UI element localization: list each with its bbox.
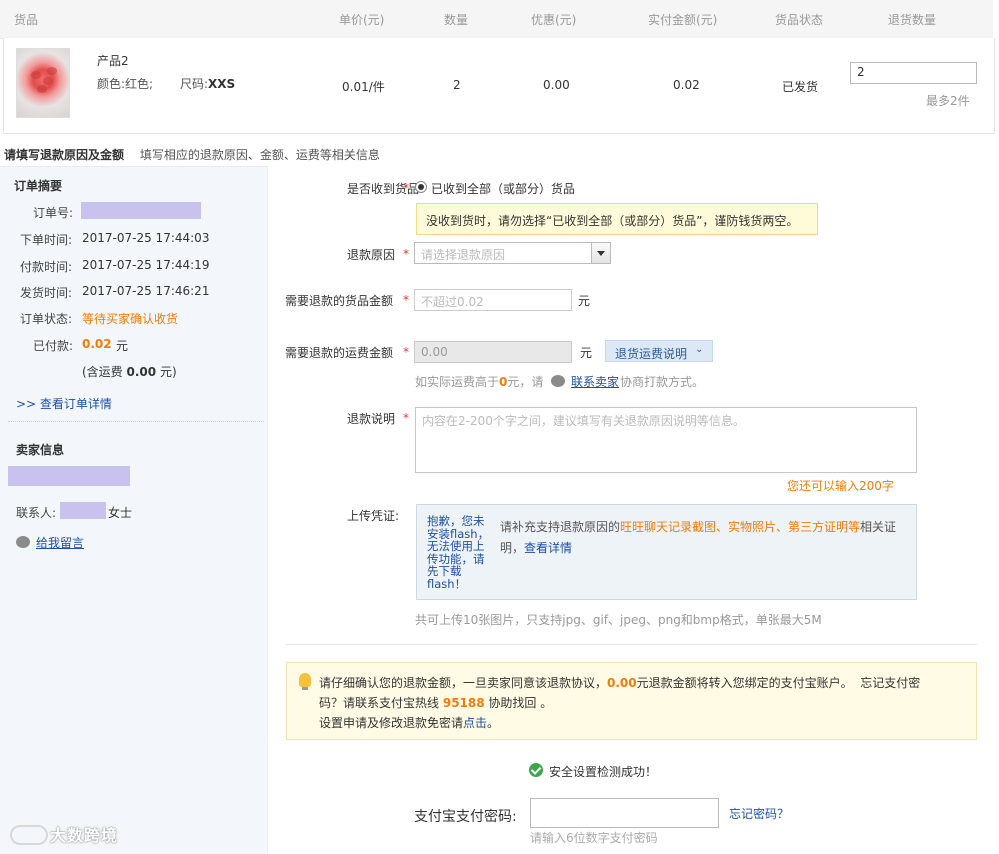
- table-row: 产品2 颜色:红色; 尺码:XXS 0.01/件 2 0.00 0.02 已发货…: [3, 38, 995, 134]
- order-status: 等待买家确认收货: [82, 312, 179, 326]
- char-counter: 您还可以输入200字: [787, 479, 894, 493]
- shipping-explain-button[interactable]: 退货运费说明 ⌄: [605, 340, 713, 362]
- chat-icon: [16, 536, 30, 548]
- pwd-hint: 请输入6位数字支付密码: [530, 831, 658, 845]
- refund-alert: 请仔细确认您的退款金额，一旦卖家同意该退款协议，0.00元退款金额将转入您绑定的…: [286, 662, 977, 740]
- refund-description-textarea[interactable]: 内容在2-200个字之间，建议填写有关退款原因说明等信息。: [415, 407, 917, 473]
- seller-name-redacted: [8, 466, 130, 486]
- paid-amount-summary: 0.02: [82, 337, 112, 351]
- watermark-logo-icon: [10, 825, 48, 845]
- watermark: 大数跨境: [50, 826, 119, 845]
- required-star: *: [403, 411, 409, 425]
- flash-warning[interactable]: 抱歉，您未安装flash，无法使用上传功能，请先下载flash！: [427, 515, 495, 590]
- divider: [8, 421, 264, 422]
- reason-select[interactable]: 请选择退款原因: [414, 242, 611, 264]
- alert-line-1: 请仔细确认您的退款金额，一旦卖家同意该退款协议，0.00元退款金额将转入您绑定的…: [319, 676, 921, 690]
- order-summary-title: 订单摘要: [14, 179, 63, 193]
- col-discount: 优惠(元): [531, 13, 577, 27]
- chevron-down-icon[interactable]: [591, 243, 610, 263]
- reason-label: 退款原因: [347, 248, 396, 262]
- pay-time-label: 付款时间:: [20, 260, 73, 274]
- goods-status: 已发货: [782, 80, 819, 94]
- return-max-hint: 最多2件: [926, 94, 970, 108]
- pay-time: 2017-07-25 17:44:19: [82, 258, 210, 272]
- click-here-link[interactable]: 点击: [463, 716, 487, 730]
- upload-area[interactable]: 抱歉，您未安装flash，无法使用上传功能，请先下载flash！ 请补充支持退款…: [416, 504, 917, 600]
- security-check-text: 安全设置检测成功！: [549, 765, 658, 779]
- goods-amount-unit: 元: [578, 294, 591, 308]
- pwd-label: 支付宝支付密码:: [414, 809, 517, 825]
- alert-line-2: 码？请联系支付宝热线 95188 协助找回 。: [319, 696, 553, 710]
- col-quantity: 数量: [444, 13, 469, 27]
- check-icon: [529, 763, 543, 777]
- order-no-redacted: [81, 202, 201, 219]
- forgot-password-link[interactable]: 忘记密码？: [729, 805, 789, 822]
- contact-name-redacted: [60, 502, 106, 519]
- order-time: 2017-07-25 17:44:03: [82, 231, 210, 245]
- order-time-label: 下单时间:: [20, 233, 73, 247]
- payment-password-input[interactable]: [530, 798, 719, 828]
- required-star: *: [403, 181, 409, 195]
- desc-label: 退款说明: [347, 412, 396, 426]
- product-size: 尺码:XXS: [180, 77, 236, 91]
- view-order-details-link[interactable]: >> 查看订单详情: [16, 395, 112, 412]
- quantity: 2: [453, 78, 461, 92]
- contact-suffix: 女士: [108, 506, 133, 520]
- goods-amount-input[interactable]: 不超过0.02: [414, 289, 572, 311]
- order-no-label: 订单号:: [33, 206, 74, 220]
- col-status: 货品状态: [775, 13, 824, 27]
- seller-info-title: 卖家信息: [16, 443, 65, 457]
- shipping-amount-unit: 元: [580, 346, 593, 360]
- upload-hint: 请补充支持退款原因的旺旺聊天记录截图、实物照片、第三方证明等相关证明，查看详情: [500, 520, 897, 555]
- order-status-label: 订单状态:: [20, 312, 73, 326]
- received-radio[interactable]: [415, 181, 427, 193]
- product-color: 颜色:红色;: [97, 77, 154, 91]
- order-summary-panel: 订单摘要 订单号: 下单时间: 2017-07-25 17:44:03 付款时间…: [0, 166, 268, 854]
- order-table-header: 货品 单价(元) 数量 优惠(元) 实付金额(元) 货品状态 退货数量: [0, 0, 993, 39]
- chevron-down-icon: ⌄: [695, 344, 704, 355]
- contact-label: 联系人:: [16, 506, 57, 520]
- ship-time-label: 发货时间:: [20, 286, 73, 300]
- shipping-hint-suffix: 协商打款方式。: [620, 375, 705, 389]
- divider: [286, 644, 977, 645]
- view-details-link[interactable]: 查看详情: [524, 541, 572, 555]
- required-star: *: [403, 293, 409, 307]
- shipping-hint: 如实际运费高于0元，请: [415, 375, 544, 389]
- section-title: 请填写退款原因及金额 填写相应的退款原因、金额、运费等相关信息: [4, 148, 380, 162]
- col-product: 货品: [14, 13, 39, 27]
- required-star: *: [403, 345, 409, 359]
- col-unit-price: 单价(元): [339, 13, 385, 27]
- unit-price: 0.01/件: [342, 80, 385, 94]
- paid-unit: 元: [116, 339, 129, 353]
- discount: 0.00: [543, 78, 570, 92]
- shipping-amount-label: 需要退款的运费金额: [285, 346, 394, 360]
- received-notice: 没收到货时，请勿选择“已收到全部（或部分）货品”，谨防钱货两空。: [416, 203, 818, 235]
- col-paid: 实付金额(元): [648, 13, 718, 27]
- leave-message-link[interactable]: 给我留言: [36, 534, 84, 551]
- alert-line-3: 设置申请及修改退款免密请点击。: [319, 716, 500, 730]
- shipping-included: (含运费 0.00 元): [82, 365, 177, 379]
- upload-limit: 共可上传10张图片，只支持jpg、gif、jpeg、png和bmp格式，单张最大…: [415, 613, 822, 627]
- col-return-qty: 退货数量: [888, 13, 937, 27]
- ship-time: 2017-07-25 17:46:21: [82, 284, 210, 298]
- lightbulb-icon: [299, 673, 311, 690]
- product-image[interactable]: [16, 48, 70, 118]
- paid-amount: 0.02: [673, 78, 700, 92]
- required-star: *: [403, 247, 409, 261]
- chat-icon: [551, 375, 565, 387]
- goods-amount-label: 需要退款的货品金额: [285, 294, 394, 308]
- return-quantity-input[interactable]: 2: [850, 62, 977, 84]
- shipping-amount-input[interactable]: 0.00: [414, 341, 572, 363]
- contact-seller-link[interactable]: 联系卖家: [571, 373, 619, 390]
- paid-label: 已付款:: [33, 339, 74, 353]
- received-option-label[interactable]: 已收到全部（或部分）货品: [431, 180, 575, 197]
- product-name[interactable]: 产品2: [97, 52, 129, 69]
- upload-label: 上传凭证:: [347, 509, 400, 523]
